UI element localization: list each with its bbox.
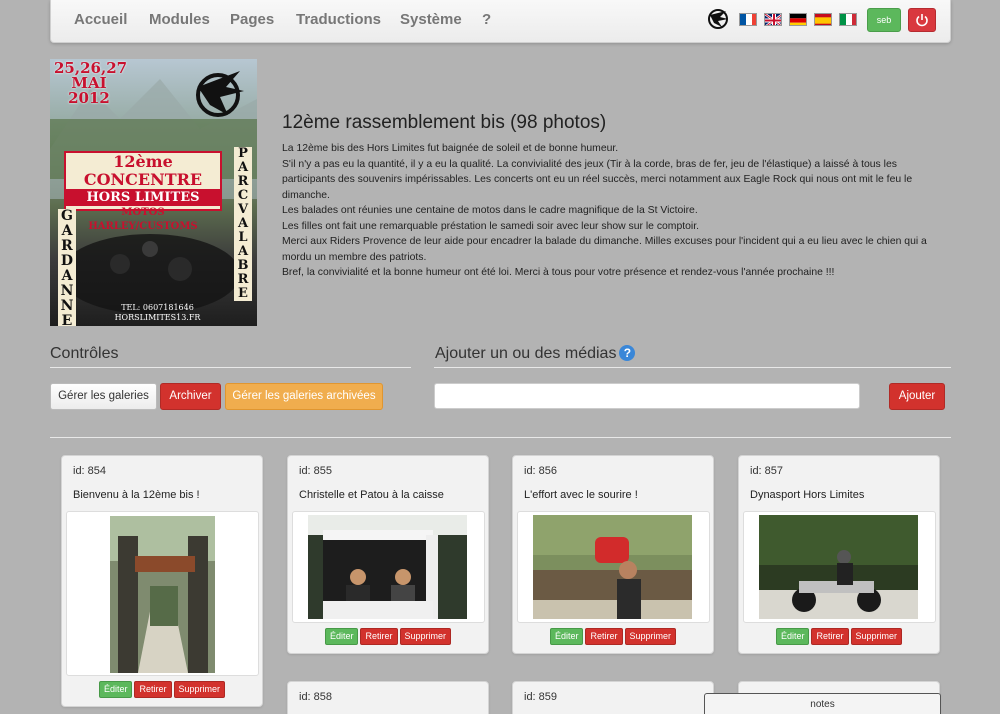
nav-systeme[interactable]: Système (400, 11, 462, 28)
archive-button[interactable]: Archiver (160, 383, 221, 410)
card-thumbnail[interactable] (743, 511, 936, 623)
poster-contact: TEL: 0607181646 HORSLIMITES13.FR (100, 303, 215, 323)
card-actions: Éditer Retirer Supprimer (513, 628, 713, 645)
poster-line3: MOTOS HARLEY/CUSTOMS (88, 207, 198, 232)
notes-tab[interactable]: notes (704, 693, 941, 714)
photo-effort (533, 515, 692, 619)
help-icon[interactable]: ? (619, 345, 636, 361)
controls-heading: Contrôles (50, 345, 119, 362)
album-cover-image: 25,26,27 MAI 2012 12ème CONCENTRE HORS L… (50, 59, 257, 326)
delete-button[interactable]: Supprimer (173, 681, 226, 698)
photo-motorcycles (759, 515, 918, 619)
flag-es-icon[interactable] (814, 13, 832, 26)
card-id: id: 859 (524, 691, 558, 703)
card-title: Christelle et Patou à la caisse (299, 489, 444, 501)
album-description: La 12ème bis des Hors Limites fut baigné… (282, 141, 952, 281)
delete-button[interactable]: Supprimer (399, 628, 452, 645)
user-button[interactable]: seb (867, 8, 901, 32)
card-title: L'effort avec le sourire ! (524, 489, 638, 501)
gallery-card: id: 857 Dynasport Hors Limites Éditer Ret… (738, 455, 940, 654)
card-thumbnail[interactable] (517, 511, 710, 623)
card-title: Bienvenu à la 12ème bis ! (73, 489, 200, 501)
gallery-card: id: 855 Christelle et Patou à la caisse … (287, 455, 489, 654)
top-navbar: Accueil Modules Pages Traductions Systèm… (50, 0, 951, 43)
poster-right-vertical: PARC VALABRE (234, 147, 252, 301)
nav-accueil[interactable]: Accueil (74, 11, 127, 28)
album-title: 12ème rassemblement bis (98 photos) (282, 112, 607, 133)
add-media-heading-text: Ajouter un ou des médias (435, 345, 617, 362)
card-actions: Éditer Retirer Supprimer (288, 628, 488, 645)
flag-en-icon[interactable] (764, 13, 782, 26)
description-paragraph: Les balades ont réunies une centaine de … (282, 205, 698, 216)
delete-button[interactable]: Supprimer (850, 628, 903, 645)
poster-year: 2012 (68, 89, 110, 107)
description-paragraph: Bref, la convivialité et la bonne humeur… (282, 267, 835, 278)
description-paragraph: Merci aux Riders Provence de leur aide p… (282, 236, 927, 263)
poster-line1: 12ème CONCENTRE (83, 152, 203, 189)
remove-button[interactable]: Retirer (585, 628, 623, 645)
card-actions: Éditer Retirer Supprimer (62, 681, 262, 698)
eagle-logo-icon (708, 9, 728, 29)
controls-divider (50, 367, 411, 368)
flag-de-icon[interactable] (789, 13, 807, 26)
nav-modules[interactable]: Modules (149, 11, 210, 28)
edit-button[interactable]: Éditer (775, 628, 810, 645)
remove-button[interactable]: Retirer (811, 628, 849, 645)
poster-phone: TEL: 0607181646 (121, 303, 194, 312)
poster-date: 25,26,27 MAI 2012 (54, 61, 127, 107)
manage-archived-galleries-button[interactable]: Gérer les galeries archivées (225, 383, 383, 410)
nav-help[interactable]: ? (482, 11, 491, 28)
description-paragraph: S'il n'y a pas eu la quantité, il y a eu… (282, 158, 913, 201)
nav-pages[interactable]: Pages (230, 11, 274, 28)
gallery-divider (50, 437, 951, 438)
card-id: id: 855 (299, 465, 333, 477)
power-icon (916, 14, 928, 27)
card-title: Dynasport Hors Limites (750, 489, 865, 501)
description-paragraph: Les filles ont fait une remarquable prés… (282, 220, 699, 232)
card-actions: Éditer Retirer Supprimer (739, 628, 939, 645)
delete-button[interactable]: Supprimer (624, 628, 677, 645)
poster-banner: 12ème CONCENTRE HORS LIMITES MOTOS HARLE… (64, 151, 222, 232)
card-thumbnail[interactable] (66, 511, 259, 676)
edit-button[interactable]: Éditer (324, 628, 359, 645)
remove-button[interactable]: Retirer (360, 628, 398, 645)
eagle-emblem-icon (196, 71, 244, 117)
media-divider (434, 367, 951, 368)
add-media-button[interactable]: Ajouter (889, 383, 945, 410)
card-id: id: 856 (524, 465, 558, 477)
add-media-heading: Ajouter un ou des médias? (435, 345, 636, 363)
card-id: id: 858 (299, 691, 333, 703)
card-id: id: 854 (73, 465, 107, 477)
flag-it-icon[interactable] (839, 13, 857, 26)
media-url-input[interactable] (434, 383, 860, 409)
manage-galleries-button[interactable]: Gérer les galeries (50, 383, 157, 410)
gallery-card: id: 854 Bienvenu à la 12ème bis ! Éditer… (61, 455, 263, 707)
gallery-card: id: 856 L'effort avec le sourire ! Édite… (512, 455, 714, 654)
description-paragraph: La 12ème bis des Hors Limites fut baigné… (282, 143, 619, 154)
nav-traductions[interactable]: Traductions (296, 11, 381, 28)
gallery-card: id: 858 (287, 681, 489, 714)
photo-cashier-stand (308, 515, 467, 619)
edit-button[interactable]: Éditer (549, 628, 584, 645)
edit-button[interactable]: Éditer (98, 681, 133, 698)
card-id: id: 857 (750, 465, 784, 477)
gallery-card: id: 859 (512, 681, 714, 714)
remove-button[interactable]: Retirer (134, 681, 172, 698)
poster-line2: HORS LIMITES (66, 189, 220, 206)
logout-button[interactable] (908, 8, 936, 32)
photo-entrance-gate (110, 516, 215, 673)
poster-left-vertical: GARDANNE (58, 209, 76, 326)
flag-fr-icon[interactable] (739, 13, 757, 26)
poster-site: HORSLIMITES13.FR (114, 313, 201, 322)
card-thumbnail[interactable] (292, 511, 485, 623)
